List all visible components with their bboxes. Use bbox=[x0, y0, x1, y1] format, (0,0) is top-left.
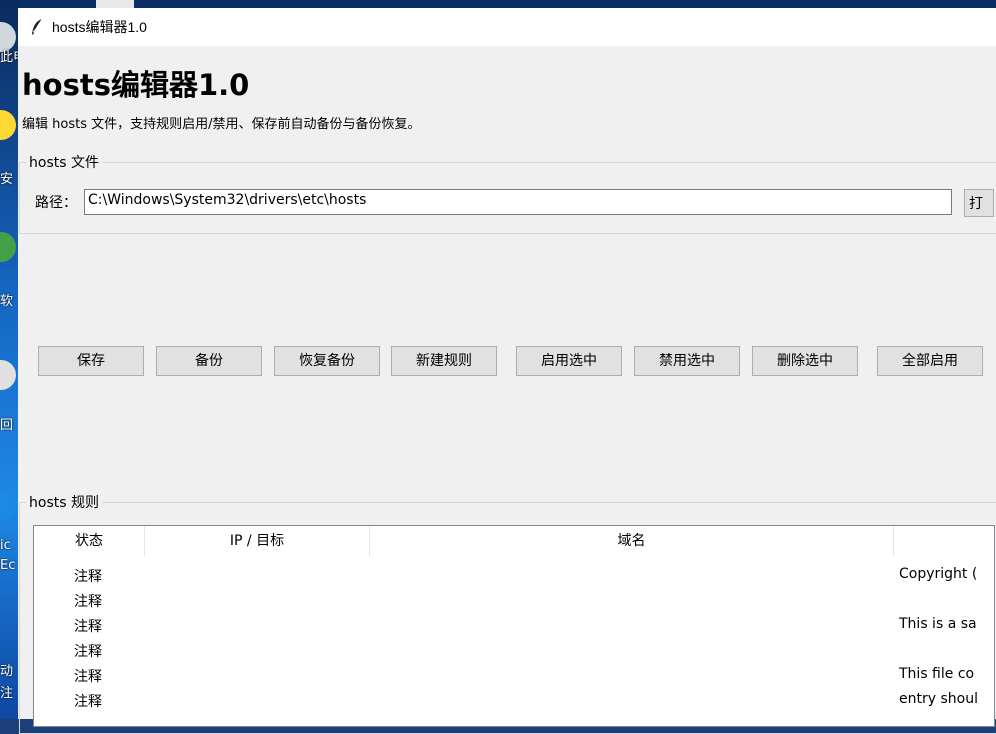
page-title: hosts编辑器1.0 bbox=[22, 68, 250, 102]
table-row[interactable]: 注释 entry shoul bbox=[34, 688, 994, 713]
table-row[interactable]: 注释 bbox=[34, 638, 994, 663]
row-status: 注释 bbox=[74, 619, 102, 635]
desktop-background: 此电 安 软 回 ic Ec 动 注 bbox=[0, 0, 18, 719]
hosts-rules-legend: hosts 规则 bbox=[29, 495, 99, 511]
row-comment: This is a sa bbox=[899, 616, 977, 632]
column-header-ip[interactable]: IP / 目标 bbox=[145, 526, 370, 556]
taskbar-chip bbox=[96, 0, 134, 8]
path-label: 路径： bbox=[35, 195, 77, 211]
path-input[interactable]: C:\Windows\System32\drivers\etc\hosts bbox=[84, 189, 952, 215]
row-status: 注释 bbox=[74, 569, 102, 585]
desktop-icon-label: ic bbox=[0, 538, 11, 553]
desktop-app-icon[interactable] bbox=[0, 110, 16, 140]
browse-button[interactable]: 打 bbox=[964, 189, 994, 217]
row-status: 注释 bbox=[74, 594, 102, 610]
save-button[interactable]: 保存 bbox=[38, 346, 144, 376]
restore-backup-button[interactable]: 恢复备份 bbox=[274, 346, 380, 376]
table-row[interactable]: 注释 This is a sa bbox=[34, 613, 994, 638]
disable-selected-button[interactable]: 禁用选中 bbox=[634, 346, 740, 376]
enable-all-button[interactable]: 全部启用 bbox=[877, 346, 983, 376]
desktop-icon-label: 注 bbox=[0, 686, 14, 701]
row-comment: This file co bbox=[899, 666, 975, 682]
column-header-status[interactable]: 状态 bbox=[34, 526, 145, 556]
column-header-comment[interactable] bbox=[894, 526, 994, 556]
backup-button[interactable]: 备份 bbox=[156, 346, 262, 376]
row-comment: Copyright ( bbox=[899, 566, 978, 582]
table-row[interactable]: 注释 Copyright ( bbox=[34, 563, 994, 588]
title-bar[interactable]: hosts编辑器1.0 bbox=[18, 8, 996, 46]
edge-icon[interactable] bbox=[0, 490, 16, 520]
row-status: 注释 bbox=[74, 694, 102, 710]
desktop-app-icon[interactable] bbox=[0, 232, 16, 262]
enable-selected-button[interactable]: 启用选中 bbox=[516, 346, 622, 376]
desktop-icon-label: Ec bbox=[0, 558, 16, 573]
desktop-icon-label: 动 bbox=[0, 664, 14, 679]
window-title: hosts编辑器1.0 bbox=[52, 19, 147, 35]
desktop-icon-label: 安 bbox=[0, 172, 14, 187]
delete-selected-button[interactable]: 删除选中 bbox=[752, 346, 858, 376]
row-status: 注释 bbox=[74, 669, 102, 685]
rules-table[interactable]: 状态 IP / 目标 域名 注释 Copyright ( 注释 注释 This … bbox=[33, 525, 995, 727]
column-header-domain[interactable]: 域名 bbox=[370, 526, 894, 556]
hosts-file-legend: hosts 文件 bbox=[29, 155, 99, 171]
recycle-bin-icon[interactable] bbox=[0, 360, 16, 390]
desktop-icon-label: 软 bbox=[0, 294, 14, 309]
feather-icon bbox=[32, 18, 43, 35]
row-status: 注释 bbox=[74, 644, 102, 660]
table-row[interactable]: 注释 bbox=[34, 588, 994, 613]
desktop-icon-label: 回 bbox=[0, 418, 14, 433]
row-comment: entry shoul bbox=[899, 691, 978, 707]
desktop-icon-label: 此电 bbox=[0, 50, 18, 65]
table-header: 状态 IP / 目标 域名 bbox=[34, 526, 994, 556]
desktop-top-strip bbox=[0, 0, 996, 8]
table-row[interactable]: 注释 This file co bbox=[34, 663, 994, 688]
new-rule-button[interactable]: 新建规则 bbox=[391, 346, 497, 376]
page-subtitle: 编辑 hosts 文件，支持规则启用/禁用、保存前自动备份与备份恢复。 bbox=[22, 117, 421, 132]
